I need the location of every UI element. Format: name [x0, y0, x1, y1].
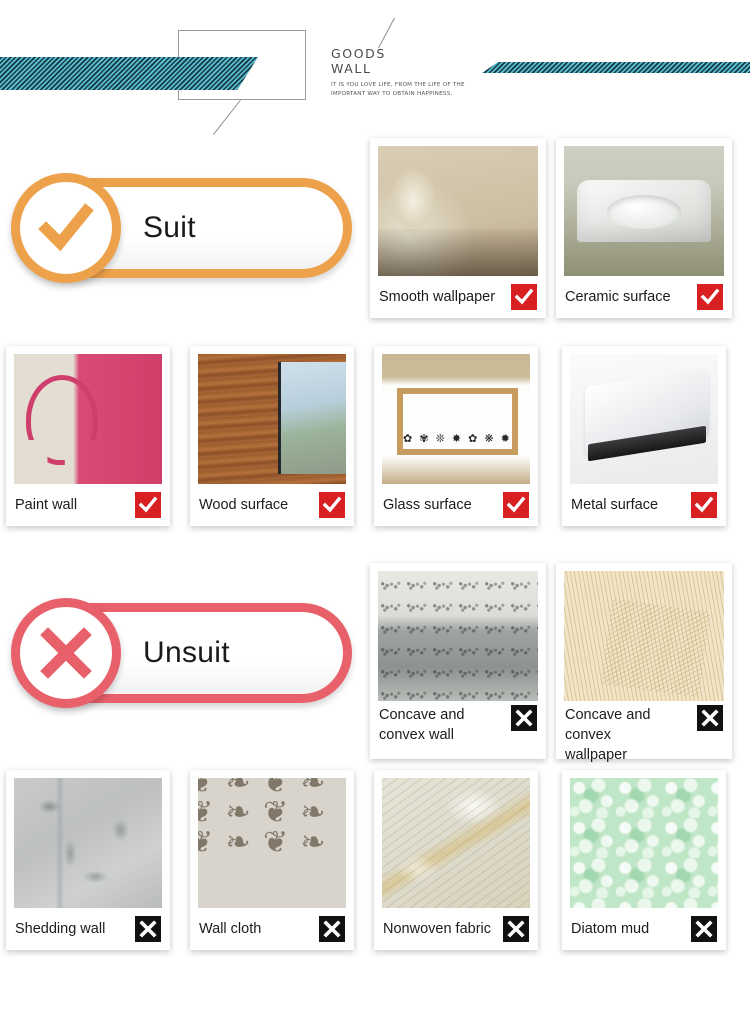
card-footer: Nonwoven fabric — [382, 908, 530, 950]
card-label: Paint wall — [15, 496, 78, 513]
check-icon — [322, 496, 342, 513]
check-icon — [700, 288, 720, 305]
card-paint-wall[interactable]: Paint wall — [6, 346, 170, 526]
card-glass-surface[interactable]: Glass surface — [374, 346, 538, 526]
card-footer: Glass surface — [382, 484, 530, 526]
cross-icon — [507, 920, 525, 938]
card-footer: Wall cloth — [198, 908, 346, 950]
unsuit-label: Unsuit — [143, 636, 230, 669]
card-smooth-wallpaper[interactable]: Smooth wallpaper — [370, 138, 546, 318]
card-image — [564, 571, 724, 701]
header-subtitle: IT IS YOU LOVE LIFE, FROM THE LIFE OF TH… — [331, 82, 465, 97]
card-diatom-mud[interactable]: Diatom mud — [562, 770, 726, 950]
card-label: Concave and convex wall — [379, 707, 465, 743]
card-image — [382, 354, 530, 484]
header-title-line1: GOODS — [331, 46, 386, 61]
cross-icon — [701, 709, 719, 727]
header-text-block: GOODS WALL IT IS YOU LOVE LIFE, FROM THE… — [331, 46, 531, 98]
unsuit-section-badge: Unsuit — [11, 598, 352, 708]
card-label: Metal surface — [571, 496, 659, 513]
card-label: Ceramic surface — [565, 288, 671, 305]
card-label: Wall cloth — [199, 920, 262, 937]
status-badge-unsuit — [697, 705, 723, 731]
check-icon — [506, 496, 526, 513]
status-badge-suit — [691, 492, 717, 518]
status-badge-unsuit — [319, 916, 345, 942]
card-footer: Concave and convex wallpaper — [564, 701, 724, 763]
check-icon — [514, 288, 534, 305]
check-icon — [38, 203, 94, 252]
check-icon — [138, 496, 158, 513]
card-shedding-wall[interactable]: Shedding wall — [6, 770, 170, 950]
status-badge-suit — [319, 492, 345, 518]
card-image — [198, 778, 346, 908]
card-footer: Metal surface — [570, 484, 718, 526]
cross-icon — [515, 709, 533, 727]
suit-label: Suit — [143, 211, 196, 244]
card-footer: Ceramic surface — [564, 276, 724, 318]
card-label: Diatom mud — [571, 920, 650, 937]
status-badge-unsuit — [503, 916, 529, 942]
header-diagonal-line-top — [378, 17, 395, 49]
cross-icon — [40, 627, 92, 679]
card-label: Concave and convex wallpaper — [565, 707, 651, 763]
status-badge-suit — [135, 492, 161, 518]
card-image — [570, 778, 718, 908]
card-footer: Shedding wall — [14, 908, 162, 950]
card-footer: Wood surface — [198, 484, 346, 526]
card-nonwoven-fabric[interactable]: Nonwoven fabric — [374, 770, 538, 950]
card-concave-convex-wall[interactable]: Concave and convex wall — [370, 563, 546, 759]
cross-icon — [323, 920, 341, 938]
header-diagonal-line-bottom — [213, 99, 241, 135]
card-footer: Paint wall — [14, 484, 162, 526]
card-image — [14, 354, 162, 484]
card-image — [14, 778, 162, 908]
suit-section-badge: Suit — [11, 173, 352, 283]
card-image — [198, 354, 346, 484]
page-header: GOODS WALL IT IS YOU LOVE LIFE, FROM THE… — [0, 0, 750, 135]
card-wall-cloth[interactable]: Wall cloth — [190, 770, 354, 950]
card-metal-surface[interactable]: Metal surface — [562, 346, 726, 526]
card-image — [570, 354, 718, 484]
status-badge-unsuit — [691, 916, 717, 942]
card-image — [564, 146, 724, 276]
card-image — [378, 571, 538, 701]
card-image — [378, 146, 538, 276]
card-label: Smooth wallpaper — [379, 288, 496, 305]
status-badge-unsuit — [135, 916, 161, 942]
card-label: Wood surface — [199, 496, 289, 513]
status-badge-suit — [511, 284, 537, 310]
card-wood-surface[interactable]: Wood surface — [190, 346, 354, 526]
check-icon — [694, 496, 714, 513]
card-footer: Concave and convex wall — [378, 701, 538, 759]
card-footer: Diatom mud — [570, 908, 718, 950]
header-title-line2: WALL — [331, 61, 372, 76]
card-footer: Smooth wallpaper — [378, 276, 538, 318]
status-badge-unsuit — [511, 705, 537, 731]
card-concave-convex-wallpaper[interactable]: Concave and convex wallpaper — [556, 563, 732, 763]
cross-icon — [139, 920, 157, 938]
card-label: Shedding wall — [15, 920, 106, 937]
suit-icon-circle — [11, 173, 121, 283]
status-badge-suit — [697, 284, 723, 310]
unsuit-icon-circle — [11, 598, 121, 708]
card-ceramic-surface[interactable]: Ceramic surface — [556, 138, 732, 318]
cross-icon — [695, 920, 713, 938]
card-image — [382, 778, 530, 908]
status-badge-suit — [503, 492, 529, 518]
header-stripe-left — [0, 57, 258, 90]
card-label: Glass surface — [383, 496, 472, 513]
card-label: Nonwoven fabric — [383, 920, 491, 937]
